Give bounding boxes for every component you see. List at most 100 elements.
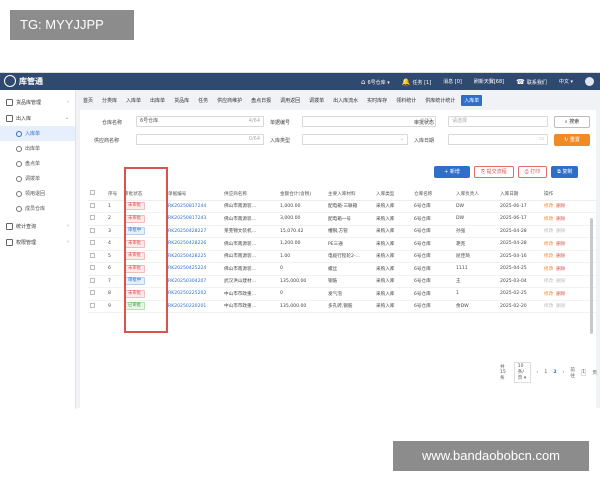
edit-button[interactable]: 修改 — [544, 304, 553, 309]
tab-inbound[interactable]: 入库单 — [461, 94, 483, 106]
doc-link[interactable]: RK20250304207 — [168, 279, 206, 284]
delete-button[interactable]: 删除 — [556, 217, 565, 222]
logo[interactable]: 库管通 — [4, 75, 43, 87]
search-button[interactable]: ⌕ 搜索 — [554, 116, 590, 128]
table-row[interactable]: 8 未审批 RK20250225202 中山市市政重… 0 发气泡 采购入库 6号仓库 1 202… — [88, 287, 596, 301]
next-page-button[interactable]: › — [563, 370, 565, 375]
edit-button[interactable]: 修改 — [544, 267, 553, 272]
sidebar-item-outbound[interactable]: 出库单 — [0, 141, 75, 156]
in-type-select[interactable]: ⌄ — [302, 134, 408, 145]
lang-switch[interactable]: 中文 ▾ — [559, 78, 573, 85]
sidebar-item-goods[interactable]: 货品库管理 › — [0, 94, 75, 110]
edit-button[interactable]: 修改 — [544, 204, 553, 209]
contact-link[interactable]: ☎ 联系我们 — [516, 78, 547, 86]
page-1[interactable]: 1 — [544, 370, 547, 375]
tab-supply-stats[interactable]: 供库统计统计 — [422, 95, 458, 106]
user-link[interactable]: 刷新天翼[68] — [474, 78, 504, 85]
tab-stock[interactable]: 实时库存 — [364, 95, 390, 106]
tab-supplier[interactable]: 供应商维护 — [214, 95, 245, 106]
delete-button[interactable]: 删除 — [556, 279, 565, 284]
row-doc-link[interactable]: RK20250428226 — [166, 237, 222, 251]
checkbox[interactable] — [90, 277, 95, 283]
delete-button[interactable]: 删除 — [556, 254, 565, 259]
doc-link[interactable]: RK20250220201 — [168, 304, 206, 309]
row-checkbox[interactable] — [88, 225, 106, 238]
tab-task[interactable]: 任务 — [195, 95, 211, 106]
row-checkbox[interactable] — [88, 237, 106, 251]
table-row[interactable]: 6 未审批 RK20250425224 佛山市南源装… 0 螺丝 采购入库 6号仓库 1111 2… — [88, 262, 596, 276]
row-doc-link[interactable]: RK20250428227 — [166, 225, 222, 238]
doc-link[interactable]: RK20250817244 — [168, 204, 206, 209]
sidebar-item-inout[interactable]: 出入库 ⌄ — [0, 110, 75, 126]
row-doc-link[interactable]: RK20250220201 — [166, 300, 222, 313]
delete-button[interactable]: 删除 — [556, 242, 565, 247]
warehouse-input[interactable]: 6号仓库 4/64 — [136, 116, 264, 127]
checkbox[interactable] — [90, 290, 95, 296]
prev-page-button[interactable]: ‹ — [537, 370, 539, 375]
edit-button[interactable]: 修改 — [544, 217, 553, 222]
checkbox[interactable] — [90, 202, 95, 208]
row-doc-link[interactable]: RK20250425224 — [166, 262, 222, 276]
delete-button[interactable]: 删除 — [556, 267, 565, 272]
table-row[interactable]: 3 审批中 RK20250428227 莱芜锦文装机… 15,070.42 槽钢,方管 采购… — [88, 225, 596, 238]
tab-goods[interactable]: 货品库 — [171, 95, 192, 106]
message-link[interactable]: 消息 [0] — [443, 78, 462, 85]
delete-button[interactable]: 删除 — [556, 229, 565, 234]
delete-button[interactable]: 删除 — [556, 204, 565, 209]
edit-button[interactable]: 修改 — [544, 279, 553, 284]
row-checkbox[interactable] — [88, 300, 106, 313]
tab-home[interactable]: 首页 — [80, 95, 96, 106]
tab-flow[interactable]: 出入库流水 — [330, 95, 361, 106]
row-doc-link[interactable]: RK20250225202 — [166, 287, 222, 301]
checkbox[interactable] — [90, 252, 95, 258]
table-row[interactable]: 5 未审批 RK20250428225 佛山市南源装… 1.00 电缆行程轮2-… 采购入库… — [88, 250, 596, 263]
page-size-select[interactable]: 10条/页 ▾ — [513, 362, 531, 383]
new-button[interactable]: + 新增 — [434, 166, 470, 178]
checkbox[interactable] — [90, 240, 95, 246]
page-2[interactable]: 2 — [553, 370, 556, 375]
row-checkbox[interactable] — [88, 275, 106, 288]
checkbox[interactable] — [90, 215, 95, 221]
goto-input[interactable]: 1 — [580, 369, 587, 376]
row-doc-link[interactable]: RK20250817244 — [166, 200, 222, 213]
sidebar-item-return[interactable]: 领用退回 — [0, 186, 75, 201]
checkbox[interactable] — [90, 227, 95, 233]
user-avatar[interactable] — [585, 77, 594, 86]
doc-link[interactable]: RK20250428225 — [168, 254, 206, 259]
row-checkbox[interactable] — [88, 212, 106, 226]
row-checkbox[interactable] — [88, 250, 106, 263]
doc-link[interactable]: RK20250428227 — [168, 229, 206, 234]
edit-button[interactable]: 修改 — [544, 292, 553, 297]
tab-category[interactable]: 分类库 — [99, 95, 120, 106]
sidebar-item-transfer[interactable]: 调拨单 — [0, 171, 75, 186]
select-all-checkbox[interactable] — [88, 188, 106, 201]
row-doc-link[interactable]: RK20250817243 — [166, 212, 222, 226]
row-checkbox[interactable] — [88, 200, 106, 213]
checkbox[interactable] — [90, 302, 95, 308]
tab-outbound[interactable]: 出库单 — [147, 95, 168, 106]
sidebar-item-stats[interactable]: 统计查询 › — [0, 218, 75, 234]
sidebar-item-stocktake[interactable]: 盘点单 — [0, 156, 75, 171]
delete-button[interactable]: 删除 — [556, 304, 565, 309]
edit-button[interactable]: 修改 — [544, 254, 553, 259]
table-row[interactable]: 4 未审批 RK20250428226 佛山市南源装… 1,200.00 PE三通 采购入库… — [88, 237, 596, 251]
tab-material-stats[interactable]: 领料统计 — [393, 95, 419, 106]
tab-transfer[interactable]: 调拨单 — [306, 95, 327, 106]
copy-button[interactable]: ⧉ 复制 — [551, 166, 579, 178]
delete-button[interactable]: 删除 — [556, 292, 565, 297]
tab-return[interactable]: 调用返回 — [277, 95, 303, 106]
row-doc-link[interactable]: RK20250304207 — [166, 275, 222, 288]
edit-button[interactable]: 修改 — [544, 229, 553, 234]
submit-flow-button[interactable]: ⎘ 提交流程 — [474, 166, 514, 178]
table-scrollbar[interactable] — [590, 218, 593, 334]
reset-button[interactable]: ↻ 重置 — [554, 134, 590, 146]
in-date-picker[interactable]: ▭ — [448, 134, 548, 145]
status-select[interactable]: 请选择 — [448, 116, 548, 127]
checkbox[interactable] — [90, 265, 95, 271]
table-row[interactable]: 2 未审批 RK20250817243 佛山市南源装… 3,000.00 配电箱一号 采购入… — [88, 212, 596, 226]
table-row[interactable]: 1 未审批 RK20250817244 佛山市南源装… 1,000.00 配电箱-三联箱采… — [88, 200, 596, 213]
print-button[interactable]: ⎙ 打印 — [517, 166, 548, 178]
doc-link[interactable]: RK20250225202 — [168, 291, 206, 296]
row-doc-link[interactable]: RK20250428225 — [166, 250, 222, 263]
tab-inbound-list[interactable]: 入库单 — [123, 95, 144, 106]
